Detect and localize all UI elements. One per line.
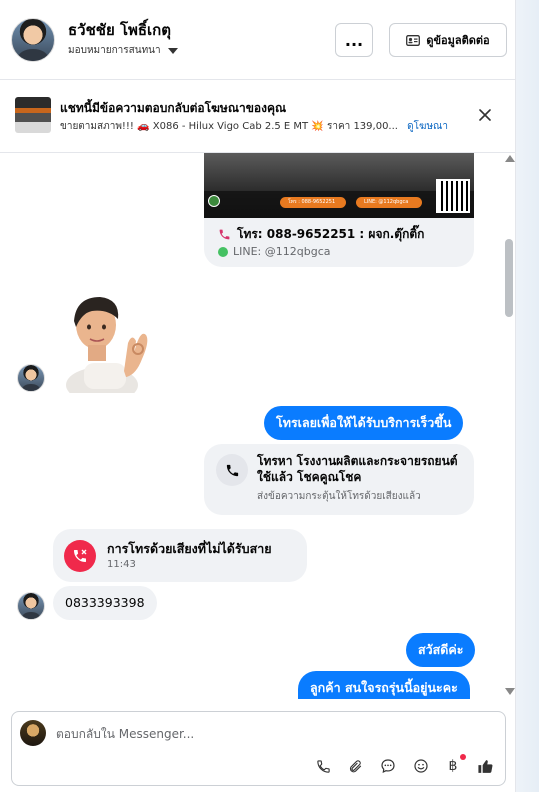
assign-label: มอบหมายการสนทนา [68,45,161,56]
scroll-down-icon[interactable] [505,688,515,695]
ad-description-text: ขายตามสภาพ!!! 🚗 X086 - Hilux Vigo Cab 2.… [60,121,398,132]
notification-dot [460,754,466,760]
caret-down-icon [167,47,178,54]
ok-gesture-sticker [66,297,148,393]
emoji-icon [414,759,428,773]
ad-image-line: LINE: @112qbgca [356,197,422,208]
conversation-header: ธวัชชัย โพธิ์เกตุ มอบหมายการสนทนา ... ดู… [0,0,516,80]
contact-avatar[interactable] [11,18,55,62]
outgoing-message[interactable]: ลูกค้า สนใจรถรุ่นนี้อยู่นะคะ [298,671,470,699]
message-scrollbar[interactable] [502,153,516,699]
emoji-button[interactable] [410,755,432,777]
contact-name[interactable]: ธวัชชัย โพธิ์เกตุ [68,18,171,42]
chat-bubble-icon [381,759,395,774]
phone-icon [316,759,330,773]
incoming-message[interactable]: 0833393398 [53,586,157,620]
ad-card-image: โทร : 088-9652251 LINE: @112qbgca [204,153,474,218]
line-icon [218,246,228,257]
saved-replies-button[interactable] [377,755,399,777]
missed-call-icon [64,540,96,572]
outgoing-message[interactable]: สวัสดีค่ะ [406,633,476,667]
phone-icon [219,229,230,240]
ad-message-card[interactable]: โทร : 088-9652251 LINE: @112qbgca โทร: 0… [204,153,474,267]
close-icon[interactable] [475,105,495,125]
qr-code-icon [436,179,470,213]
contact-avatar-small [17,592,45,620]
ad-image-phone: โทร : 088-9652251 [280,197,346,208]
phone-icon [216,454,248,486]
ad-thumbnail [15,97,51,133]
missed-call-time: 11:43 [107,559,136,570]
attach-icon [349,759,361,772]
call-cta-card[interactable]: โทรหา โรงงานผลิตและกระจายรถยนต์ใช้แล้ว โ… [204,444,474,515]
conversation-panel: ธวัชชัย โพธิ์เกตุ มอบหมายการสนทนา ... ดู… [0,0,516,792]
ad-card-line-text: LINE: @112qbgca [233,245,331,258]
reply-composer: ฿ [11,711,506,786]
outgoing-message[interactable]: โทรเลยเพื่อให้ได้รับบริการเร็วขึ้น [264,406,464,440]
ad-card-phone[interactable]: โทร: 088-9652251 : ผจก.ตุ๊กติ๊ก [218,225,424,244]
ad-card-phone-text: โทร: 088-9652251 : ผจก.ตุ๊กติ๊ก [237,227,425,241]
ad-banner-title: แชทนี้มีข้อความตอบกลับต่อโฆษณาของคุณ [60,101,287,115]
scroll-up-icon[interactable] [505,155,515,162]
ad-banner-description: ขายตามสภาพ!!! 🚗 X086 - Hilux Vigo Cab 2.… [60,119,448,134]
more-options-label: ... [344,30,364,50]
attach-button[interactable] [344,755,366,777]
message-list[interactable]: โทร : 088-9652251 LINE: @112qbgca โทร: 0… [0,153,516,699]
call-button[interactable] [312,755,334,777]
call-cta-title: โทรหา โรงงานผลิตและกระจายรถยนต์ใช้แล้ว โ… [257,454,458,484]
contact-info-label: ดูข้อมูลติดต่อ [426,34,490,47]
like-button[interactable] [474,755,496,777]
ad-card-line: LINE: @112qbgca [218,245,331,258]
missed-call-title: การโทรด้วยเสียงที่ไม่ได้รับสาย [107,541,272,556]
payment-button[interactable]: ฿ [442,754,466,777]
scrollbar-thumb[interactable] [505,239,513,317]
thumbs-up-icon [477,759,492,773]
contact-avatar-small [17,364,45,392]
page-avatar [20,720,46,746]
baht-icon: ฿ [448,758,458,774]
reply-input[interactable] [56,724,476,744]
contact-info-button[interactable]: ดูข้อมูลติดต่อ [389,23,507,57]
missed-call-card[interactable]: การโทรด้วยเสียงที่ไม่ได้รับสาย 11:43 [53,529,307,582]
call-cta-subtitle: ส่งข้อความกระตุ้นให้โทรด้วยเสียงแล้ว [257,491,421,502]
view-ad-link[interactable]: ดูโฆษณา [407,121,448,132]
dealer-logo-icon [208,195,220,207]
assign-conversation-dropdown[interactable]: มอบหมายการสนทนา [68,43,178,58]
contact-card-icon [406,34,421,46]
ad-reply-banner: แชทนี้มีข้อความตอบกลับต่อโฆษณาของคุณ ขาย… [0,81,516,153]
more-options-button[interactable]: ... [335,23,373,57]
